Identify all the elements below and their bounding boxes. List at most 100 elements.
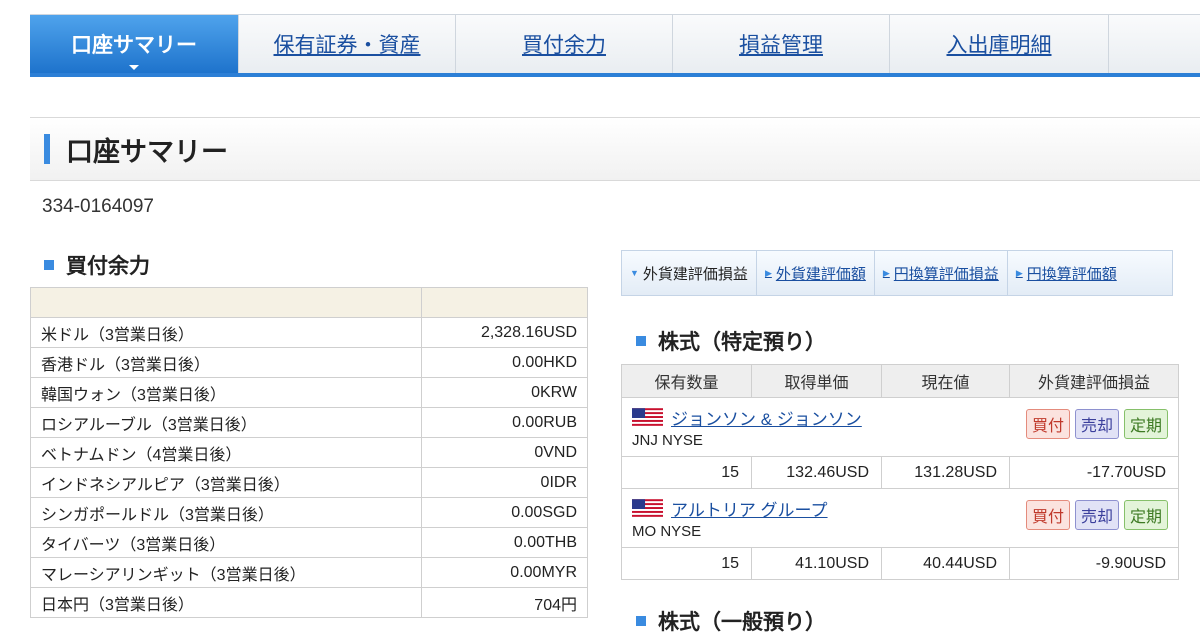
table-row: マレーシアリンギット（3営業日後） 0.00MYR [30,557,588,588]
table-row: 日本円（3営業日後） 704円 [30,587,588,618]
table-row: シンガポールドル（3営業日後） 0.00SGD [30,497,588,528]
tab-label: 入出庫明細 [946,34,1052,57]
price-cell: 131.28USD [881,456,1010,489]
currency-value: 0.00THB [421,527,588,558]
currency-value: 0KRW [421,377,588,408]
triangle-right-icon: ▶ [764,267,772,278]
us-flag-icon [632,407,663,428]
stock-values-row: 15 41.10USD 40.44USD -9.90USD [621,547,1179,580]
currency-label: シンガポールドル（3営業日後） [30,497,422,528]
regular-purchase-button[interactable]: 定期 [1123,409,1168,440]
triangle-down-icon: ▼ [630,268,639,278]
currency-label: 日本円（3営業日後） [30,587,422,618]
column-header: 現在値 [881,364,1010,398]
currency-value: 0.00RUB [421,407,588,438]
main-tab-bar: 口座サマリー 保有証券・資産 買付余力 損益管理 入出庫明細 [30,14,1200,77]
account-number: 334-0164097 [42,196,154,217]
buy-button[interactable]: 買付 [1025,409,1070,440]
currency-label: 韓国ウォン（3営業日後） [30,377,422,408]
tab-buying-power[interactable]: 買付余力 [456,15,673,73]
stock-name-row: ジョンソン & ジョンソン JNJ NYSE 買付 売却 定期 [621,397,1179,457]
currency-label: タイバーツ（3営業日後） [30,527,422,558]
table-row: 香港ドル（3営業日後） 0.00HKD [30,347,588,378]
square-bullet-icon [636,336,646,346]
currency-value: 0.00SGD [421,497,588,528]
triangle-right-icon: ▶ [882,267,890,278]
cost-cell: 132.46USD [751,456,882,489]
pl-cell: -9.90USD [1009,547,1179,580]
currency-value: 0.00MYR [421,557,588,588]
us-flag-icon [632,498,663,519]
valuation-view-tabs: ▼ 外貨建評価損益 ▶ 外貨建評価額 ▶ 円換算評価損益 ▶ 円換算評価額 [621,250,1173,296]
subtab-label: 外貨建評価額 [775,265,866,283]
stocks-specific-table: 保有数量 取得単価 現在値 外貨建評価損益 ジョンソン & ジョンソン JNJ … [621,364,1179,580]
title-accent-bar [44,134,50,164]
header-cell [30,287,422,318]
tab-pl-management[interactable]: 損益管理 [673,15,890,73]
tab-account-summary[interactable]: 口座サマリー [30,15,239,73]
square-bullet-icon [636,616,646,626]
subtab-jpy-value[interactable]: ▶ 円換算評価額 [1008,251,1125,295]
subtab-jpy-pl[interactable]: ▶ 円換算評価損益 [875,251,1008,295]
currency-label: 米ドル（3営業日後） [30,317,422,348]
currency-label: 香港ドル（3営業日後） [30,347,422,378]
section-title: 買付余力 [66,255,150,278]
page-title-bar: 口座サマリー [30,117,1200,181]
column-header: 外貨建評価損益 [1009,364,1179,398]
currency-label: マレーシアリンギット（3営業日後） [30,557,422,588]
stock-name-cell: ジョンソン & ジョンソン JNJ NYSE 買付 売却 定期 [621,397,1179,457]
sell-button[interactable]: 売却 [1074,500,1119,531]
table-row: インドネシアルピア（3営業日後） 0IDR [30,467,588,498]
stock-values-row: 15 132.46USD 131.28USD -17.70USD [621,456,1179,489]
tab-label: 保有証券・資産 [273,34,421,57]
currency-value: 2,328.16USD [421,317,588,348]
subtab-fx-value[interactable]: ▶ 外貨建評価額 [757,251,875,295]
column-header: 保有数量 [621,364,752,398]
currency-value: 0.00HKD [421,347,588,378]
currency-label: ロシアルーブル（3営業日後） [30,407,422,438]
table-row: 韓国ウォン（3営業日後） 0KRW [30,377,588,408]
table-row: タイバーツ（3営業日後） 0.00THB [30,527,588,558]
tab-label: 口座サマリー [71,34,197,57]
stock-name-row: アルトリア グループ MO NYSE 買付 売却 定期 [621,488,1179,548]
subtab-label: 外貨建評価損益 [642,265,748,283]
currency-value: 0IDR [421,467,588,498]
square-bullet-icon [44,260,54,270]
stocks-specific-heading: 株式（特定預り） [636,326,826,356]
caret-down-icon [129,65,139,70]
currency-label: インドネシアルピア（3営業日後） [30,467,422,498]
regular-purchase-button[interactable]: 定期 [1123,500,1168,531]
tab-label: 買付余力 [522,34,606,57]
currency-value: 0VND [421,437,588,468]
subtab-fx-pl[interactable]: ▼ 外貨建評価損益 [622,251,757,295]
stock-name-link[interactable]: アルトリア グループ [671,496,828,521]
table-row: 米ドル（3営業日後） 2,328.16USD [30,317,588,348]
stock-name-link[interactable]: ジョンソン & ジョンソン [671,405,862,430]
tab-label: 損益管理 [739,34,823,57]
sell-button[interactable]: 売却 [1074,409,1119,440]
page-title: 口座サマリー [66,136,228,167]
pl-cell: -17.70USD [1009,456,1179,489]
stocks-general-heading: 株式（一般預り） [636,606,826,636]
tab-holdings[interactable]: 保有証券・資産 [239,15,456,73]
table-row: ロシアルーブル（3営業日後） 0.00RUB [30,407,588,438]
quantity-cell: 15 [621,547,752,580]
section-title: 株式（特定預り） [658,331,826,354]
section-title: 株式（一般預り） [658,611,826,634]
buying-power-heading: 買付余力 [44,250,150,280]
stock-name-cell: アルトリア グループ MO NYSE 買付 売却 定期 [621,488,1179,548]
buying-power-table: 米ドル（3営業日後） 2,328.16USD 香港ドル（3営業日後） 0.00HKD… [30,287,588,618]
triangle-right-icon: ▶ [1015,267,1023,278]
cost-cell: 41.10USD [751,547,882,580]
buy-button[interactable]: 買付 [1025,500,1070,531]
quantity-cell: 15 [621,456,752,489]
subtab-label: 円換算評価額 [1026,265,1117,283]
header-cell [421,287,588,318]
table-row: ベトナムドン（4営業日後） 0VND [30,437,588,468]
column-header: 取得単価 [751,364,882,398]
currency-label: ベトナムドン（4営業日後） [30,437,422,468]
table-header-row: 保有数量 取得単価 現在値 外貨建評価損益 [621,364,1179,398]
subtab-label: 円換算評価損益 [893,265,999,283]
tab-transfer-history[interactable]: 入出庫明細 [890,15,1109,73]
price-cell: 40.44USD [881,547,1010,580]
